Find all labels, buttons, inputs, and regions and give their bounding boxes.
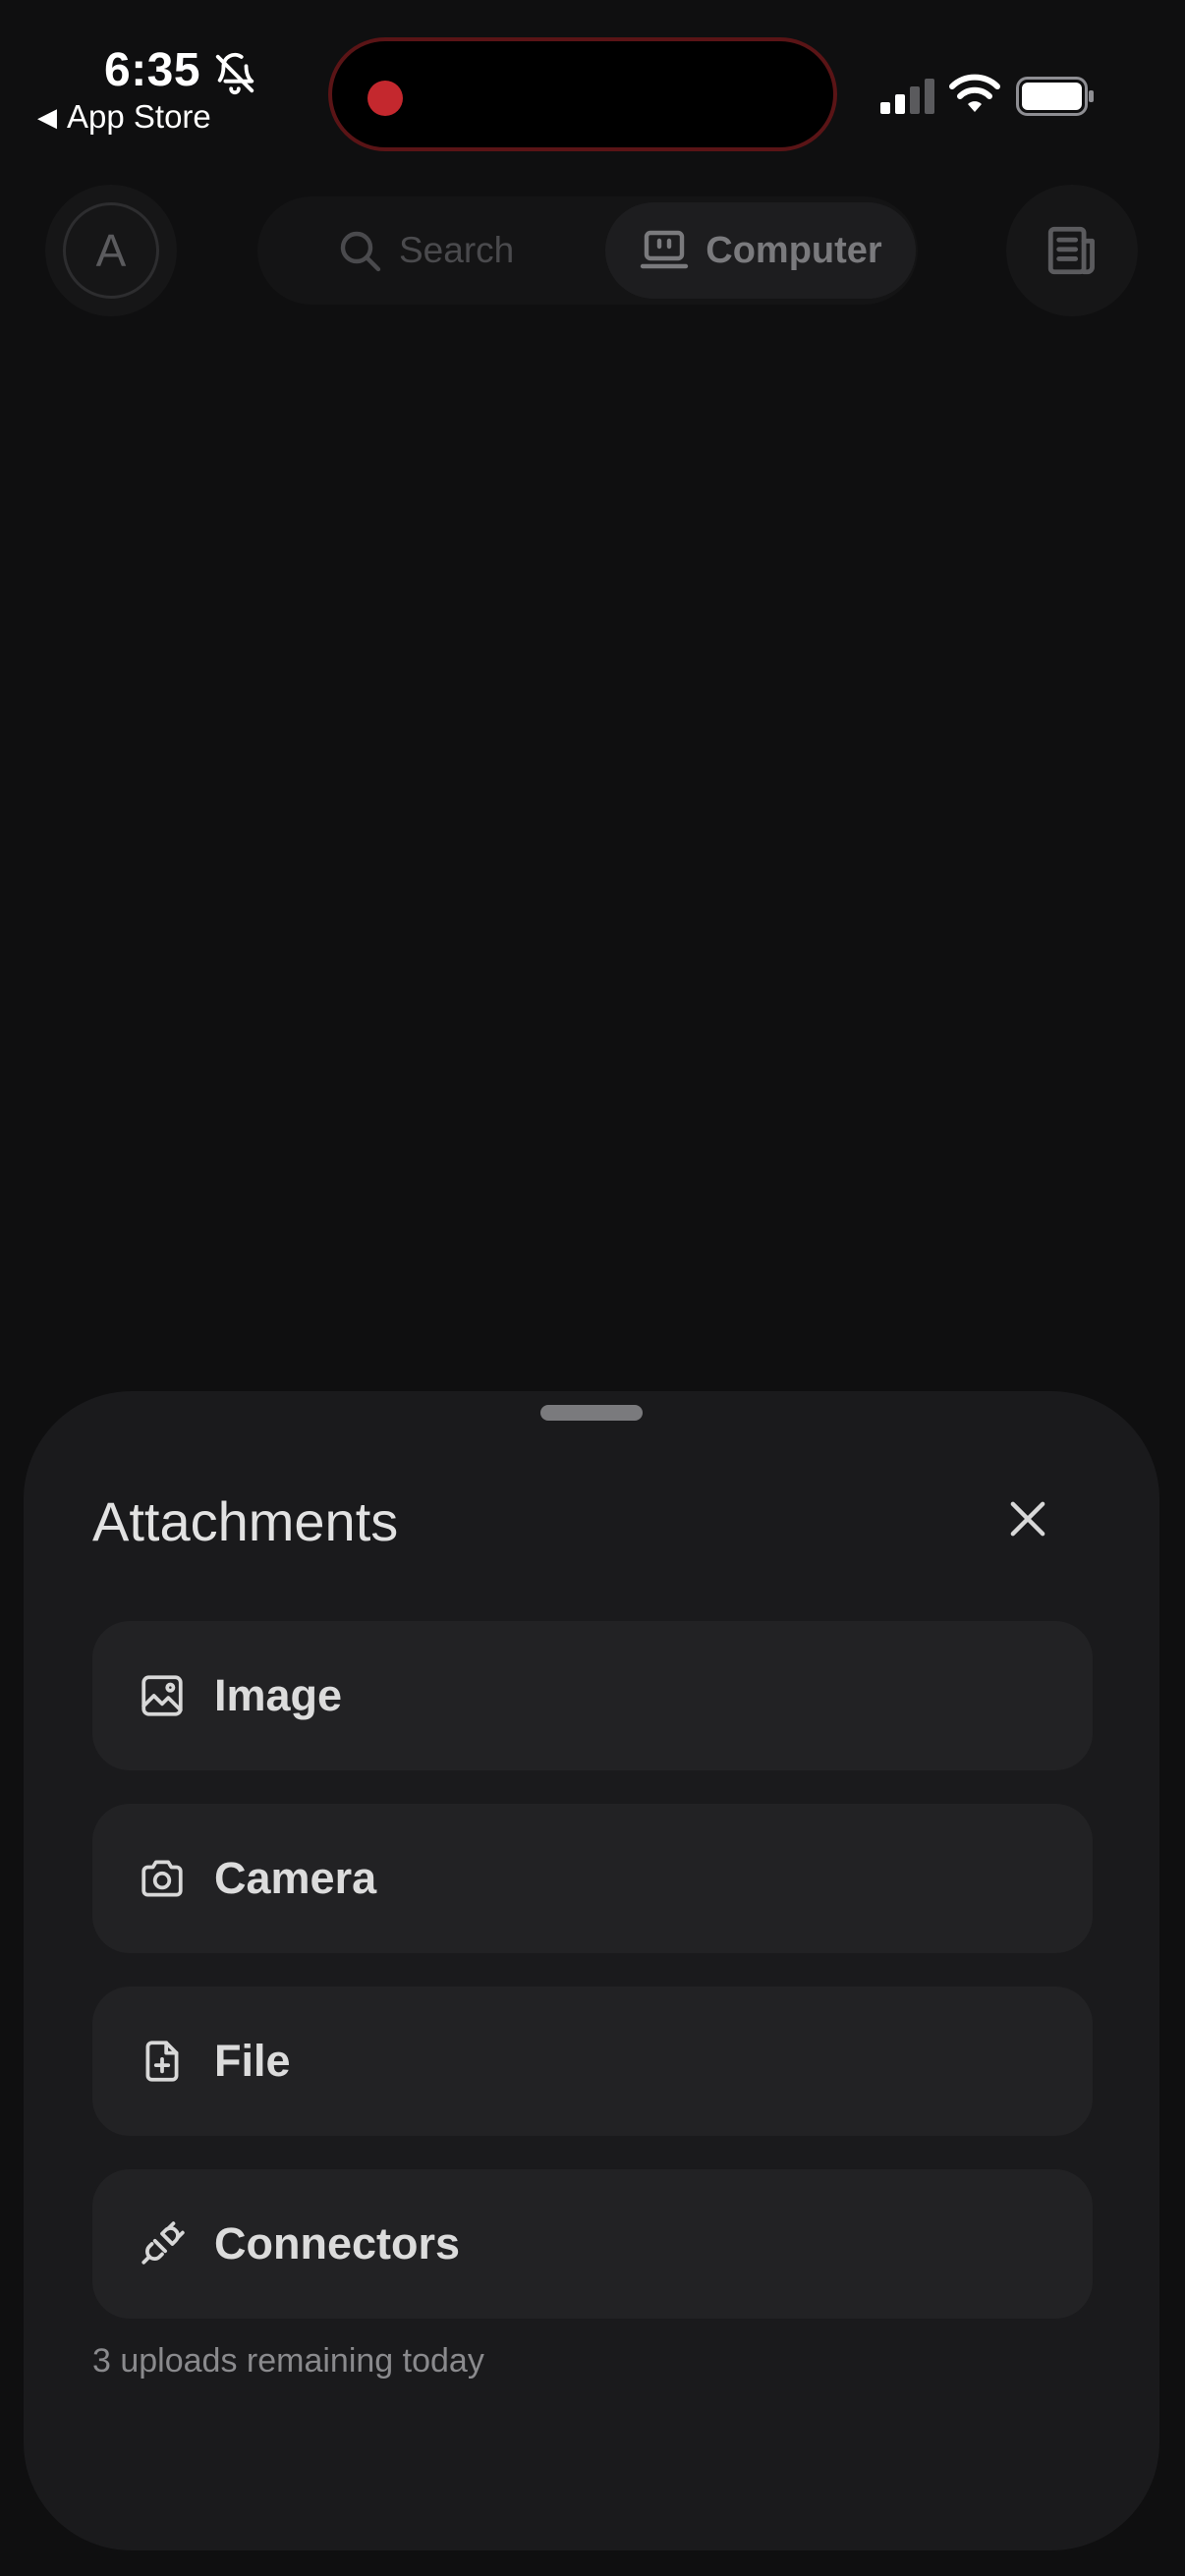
recording-dot-icon	[367, 81, 403, 116]
sheet-title: Attachments	[92, 1490, 399, 1552]
option-label: Connectors	[214, 2218, 461, 2268]
mode-search-tab[interactable]: Search	[336, 196, 514, 305]
profile-avatar-button[interactable]: A	[45, 185, 177, 316]
attach-image-option[interactable]: Image	[92, 1621, 1093, 1770]
image-icon	[138, 1671, 187, 1720]
plug-icon	[138, 2219, 187, 2268]
discover-button[interactable]	[1006, 185, 1138, 316]
close-icon	[1002, 1493, 1053, 1544]
sheet-grabber[interactable]	[540, 1405, 643, 1421]
wifi-icon	[949, 73, 1000, 114]
back-to-app-store[interactable]: ◀ App Store	[37, 98, 211, 136]
status-time: 6:35	[104, 44, 201, 96]
attach-camera-option[interactable]: Camera	[92, 1804, 1093, 1953]
computer-icon	[639, 227, 690, 274]
mode-search-label: Search	[399, 230, 515, 270]
file-plus-icon	[138, 2037, 187, 2086]
uploads-remaining-note: 3 uploads remaining today	[92, 2342, 484, 2380]
mode-switch: Search Computer	[257, 196, 918, 305]
attach-file-option[interactable]: File	[92, 1987, 1093, 2136]
attachments-sheet: Attachments Image Camera File Connectors…	[24, 1391, 1159, 2550]
bell-slash-icon	[212, 51, 257, 96]
mode-computer-label: Computer	[705, 229, 882, 271]
battery-icon	[1016, 77, 1095, 116]
back-triangle-icon: ◀	[37, 101, 57, 132]
search-icon	[336, 227, 383, 274]
close-button[interactable]	[1002, 1493, 1053, 1544]
dynamic-island[interactable]	[328, 37, 837, 151]
mode-computer-tab[interactable]: Computer	[605, 202, 916, 299]
option-label: Image	[214, 1670, 343, 1720]
back-app-label: App Store	[67, 98, 211, 135]
newspaper-icon	[1044, 222, 1100, 279]
avatar-initial: A	[63, 202, 159, 299]
status-bar: 6:35 ◀ App Store	[0, 0, 1185, 151]
option-label: Camera	[214, 1853, 377, 1903]
attach-connectors-option[interactable]: Connectors	[92, 2169, 1093, 2319]
top-nav: A Search Computer	[0, 175, 1185, 322]
camera-icon	[138, 1854, 187, 1903]
cellular-signal-icon	[878, 79, 935, 114]
option-label: File	[214, 2036, 291, 2086]
